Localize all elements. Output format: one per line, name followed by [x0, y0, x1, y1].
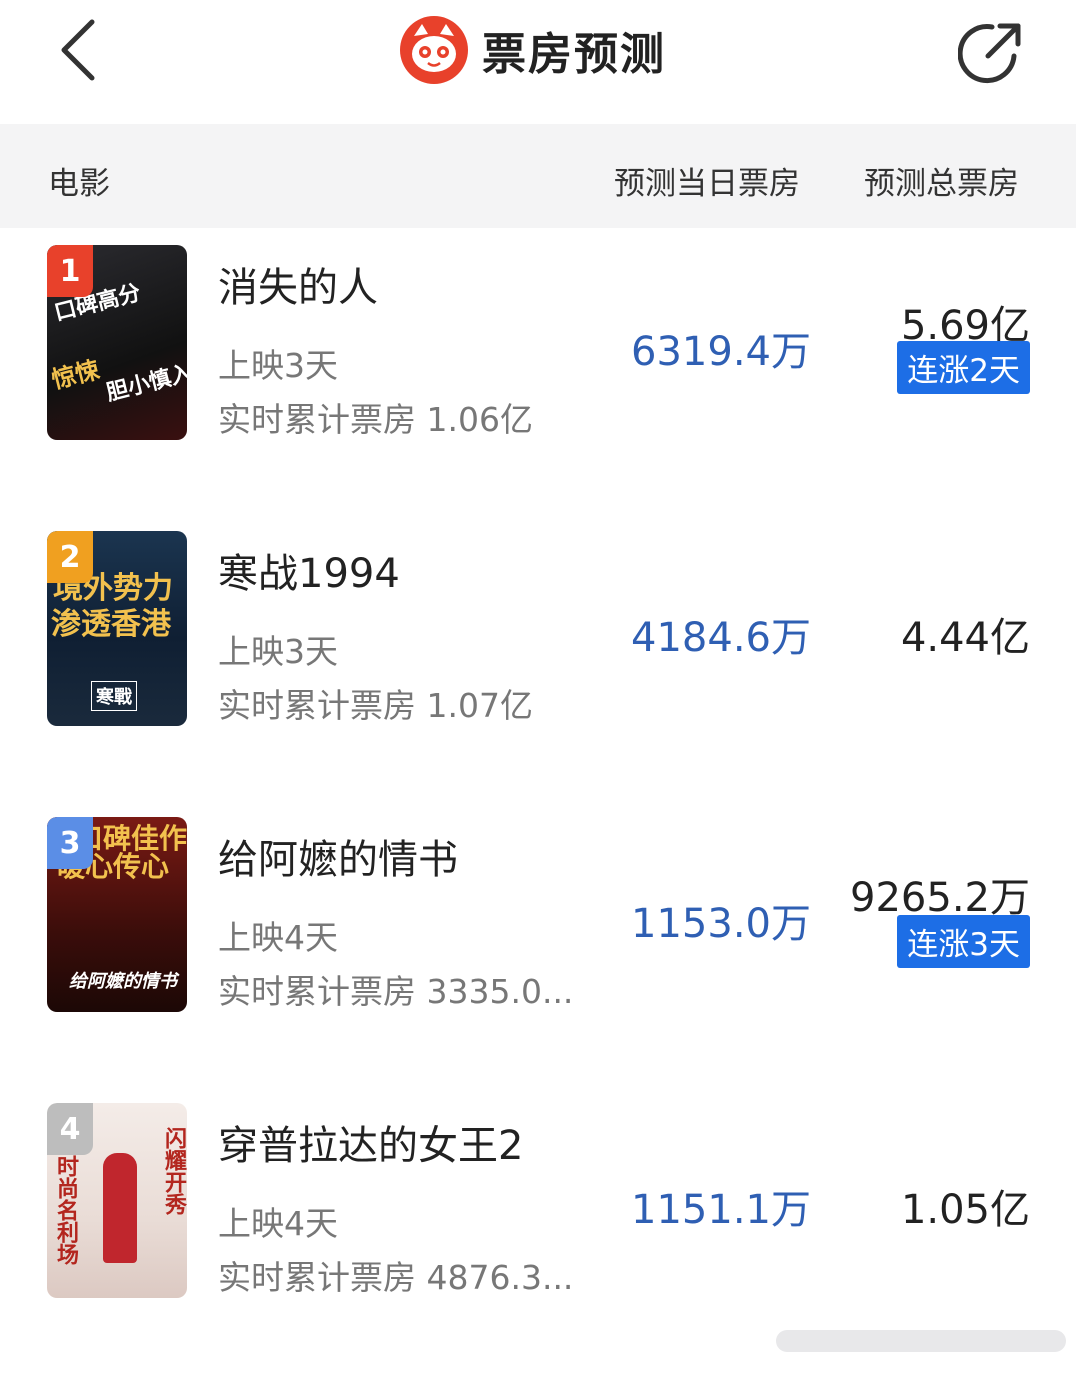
movie-poster[interactable]: 境外势力 渗透香港 寒戰 2 — [47, 531, 187, 726]
movie-title[interactable]: 寒战1994 — [218, 541, 400, 599]
header-daily-forecast[interactable]: 预测当日票房 — [614, 158, 800, 203]
trend-badge: 连涨3天 — [897, 915, 1030, 968]
movie-poster[interactable]: 口碑佳作 暖心传心 给阿嬷的情书 3 — [47, 817, 187, 1012]
title-group: 票房预测 — [400, 16, 666, 84]
daily-forecast-value: 1153.0万 — [631, 901, 811, 947]
release-days: 上映4天 — [218, 1204, 338, 1243]
poster-caption: 渗透香港 — [51, 607, 171, 642]
back-button[interactable] — [52, 14, 112, 84]
daily-forecast-value: 4184.6万 — [631, 615, 811, 661]
share-icon — [957, 23, 1021, 84]
rank-badge: 4 — [47, 1103, 93, 1155]
poster-caption: 惊悚 — [48, 355, 103, 395]
share-button[interactable] — [957, 18, 1028, 88]
movie-poster[interactable]: 口碑高分 惊悚 胆小慎入 1 — [47, 245, 187, 440]
poster-caption: 时尚名利场 — [53, 1155, 78, 1265]
movie-title[interactable]: 穿普拉达的女王2 — [218, 1113, 523, 1171]
rank-badge: 3 — [47, 817, 93, 869]
total-forecast-value: 1.05亿 — [900, 1187, 1030, 1233]
poster-caption: 闪耀开秀 — [161, 1127, 186, 1215]
cumulative-box-office: 实时累计票房 3335.0... — [218, 972, 574, 1011]
home-indicator — [776, 1330, 1066, 1352]
release-days: 上映3天 — [218, 346, 338, 385]
header-movie: 电影 — [48, 166, 110, 202]
cat-logo-icon — [400, 16, 468, 84]
cumulative-box-office: 实时累计票房 1.07亿 — [218, 686, 533, 725]
poster-caption: 寒戰 — [91, 681, 137, 711]
trend-badge: 连涨2天 — [897, 341, 1030, 394]
movie-row[interactable]: 口碑佳作 暖心传心 给阿嬷的情书 3 给阿嬷的情书 上映4天 实时累计票房 33… — [0, 817, 1076, 1103]
header-total-forecast[interactable]: 预测总票房 — [864, 158, 1019, 203]
movie-row[interactable]: 口碑高分 惊悚 胆小慎入 1 消失的人 上映3天 实时累计票房 1.06亿 63… — [0, 245, 1076, 531]
movie-title[interactable]: 给阿嬷的情书 — [218, 827, 458, 885]
total-forecast-value: 4.44亿 — [900, 615, 1030, 661]
cumulative-box-office: 实时累计票房 1.06亿 — [218, 400, 533, 439]
rank-badge: 1 — [47, 245, 93, 297]
page-title: 票房预测 — [482, 29, 666, 80]
cumulative-box-office: 实时累计票房 4876.3... — [218, 1258, 574, 1297]
movie-title[interactable]: 消失的人 — [218, 255, 378, 313]
daily-forecast-value: 6319.4万 — [631, 329, 811, 375]
release-days: 上映3天 — [218, 632, 338, 671]
poster-caption: 给阿嬷的情书 — [69, 971, 177, 992]
rank-badge: 2 — [47, 531, 93, 583]
movie-poster[interactable]: 时尚名利场 闪耀开秀 4 — [47, 1103, 187, 1298]
poster-caption: 胆小慎入 — [103, 360, 187, 407]
chevron-left-icon — [61, 19, 95, 81]
column-header: 电影 预测当日票房 预测总票房 — [0, 124, 1076, 228]
navbar: 票房预测 — [0, 0, 1076, 124]
movie-row[interactable]: 境外势力 渗透香港 寒戰 2 寒战1994 上映3天 实时累计票房 1.07亿 … — [0, 531, 1076, 817]
release-days: 上映4天 — [218, 918, 338, 957]
daily-forecast-value: 1151.1万 — [631, 1187, 811, 1233]
poster-figure — [103, 1153, 137, 1263]
